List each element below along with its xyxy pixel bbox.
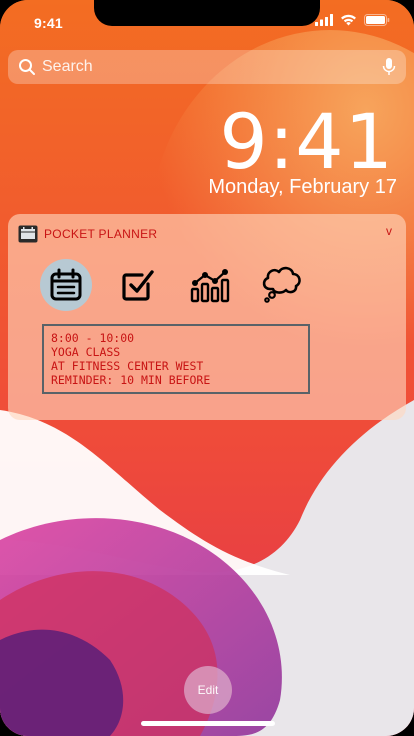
thought-bubble-icon bbox=[262, 266, 301, 303]
home-indicator[interactable] bbox=[141, 721, 275, 726]
notch bbox=[94, 0, 320, 26]
chart-icon bbox=[190, 269, 230, 303]
notification-card[interactable]: POCKET PLANNER v 8:00 - 10:00 YOGA CLASS… bbox=[8, 214, 406, 420]
app-name: POCKET PLANNER bbox=[44, 227, 158, 241]
battery-icon bbox=[364, 14, 390, 26]
search-placeholder: Search bbox=[42, 58, 93, 75]
lock-clock: 9:41 bbox=[219, 97, 394, 186]
chevron-down-icon[interactable]: v bbox=[386, 224, 392, 238]
tool-icon-row bbox=[40, 259, 308, 311]
notes-button[interactable] bbox=[256, 259, 308, 311]
tasks-button[interactable] bbox=[112, 259, 164, 311]
event-title: Yoga Class bbox=[51, 345, 121, 359]
event-reminder: Reminder: 10 min before bbox=[51, 373, 211, 387]
status-time: 9:41 bbox=[34, 15, 63, 31]
event-time: 8:00 - 10:00 bbox=[51, 331, 135, 345]
lock-screen: 9:41 Search 9:41 Monday, February 17 POC… bbox=[0, 0, 414, 736]
search-bar[interactable]: Search bbox=[8, 50, 406, 84]
lock-date: Monday, February 17 bbox=[208, 176, 397, 198]
search-icon bbox=[19, 59, 35, 75]
cellular-signal-icon bbox=[315, 14, 333, 26]
app-icon bbox=[18, 225, 38, 243]
microphone-icon[interactable] bbox=[382, 57, 396, 77]
checkbox-icon bbox=[122, 270, 154, 301]
event-location: at Fitness Center West bbox=[51, 359, 204, 373]
edit-button[interactable]: Edit bbox=[184, 666, 232, 714]
event-details[interactable]: 8:00 - 10:00 Yoga Class at Fitness Cente… bbox=[42, 324, 310, 394]
stats-button[interactable] bbox=[184, 259, 236, 311]
wifi-icon bbox=[341, 14, 356, 26]
calendar-icon bbox=[50, 268, 82, 301]
notification-header: POCKET PLANNER bbox=[18, 225, 157, 243]
status-icons bbox=[315, 14, 390, 26]
calendar-button[interactable] bbox=[40, 259, 92, 311]
